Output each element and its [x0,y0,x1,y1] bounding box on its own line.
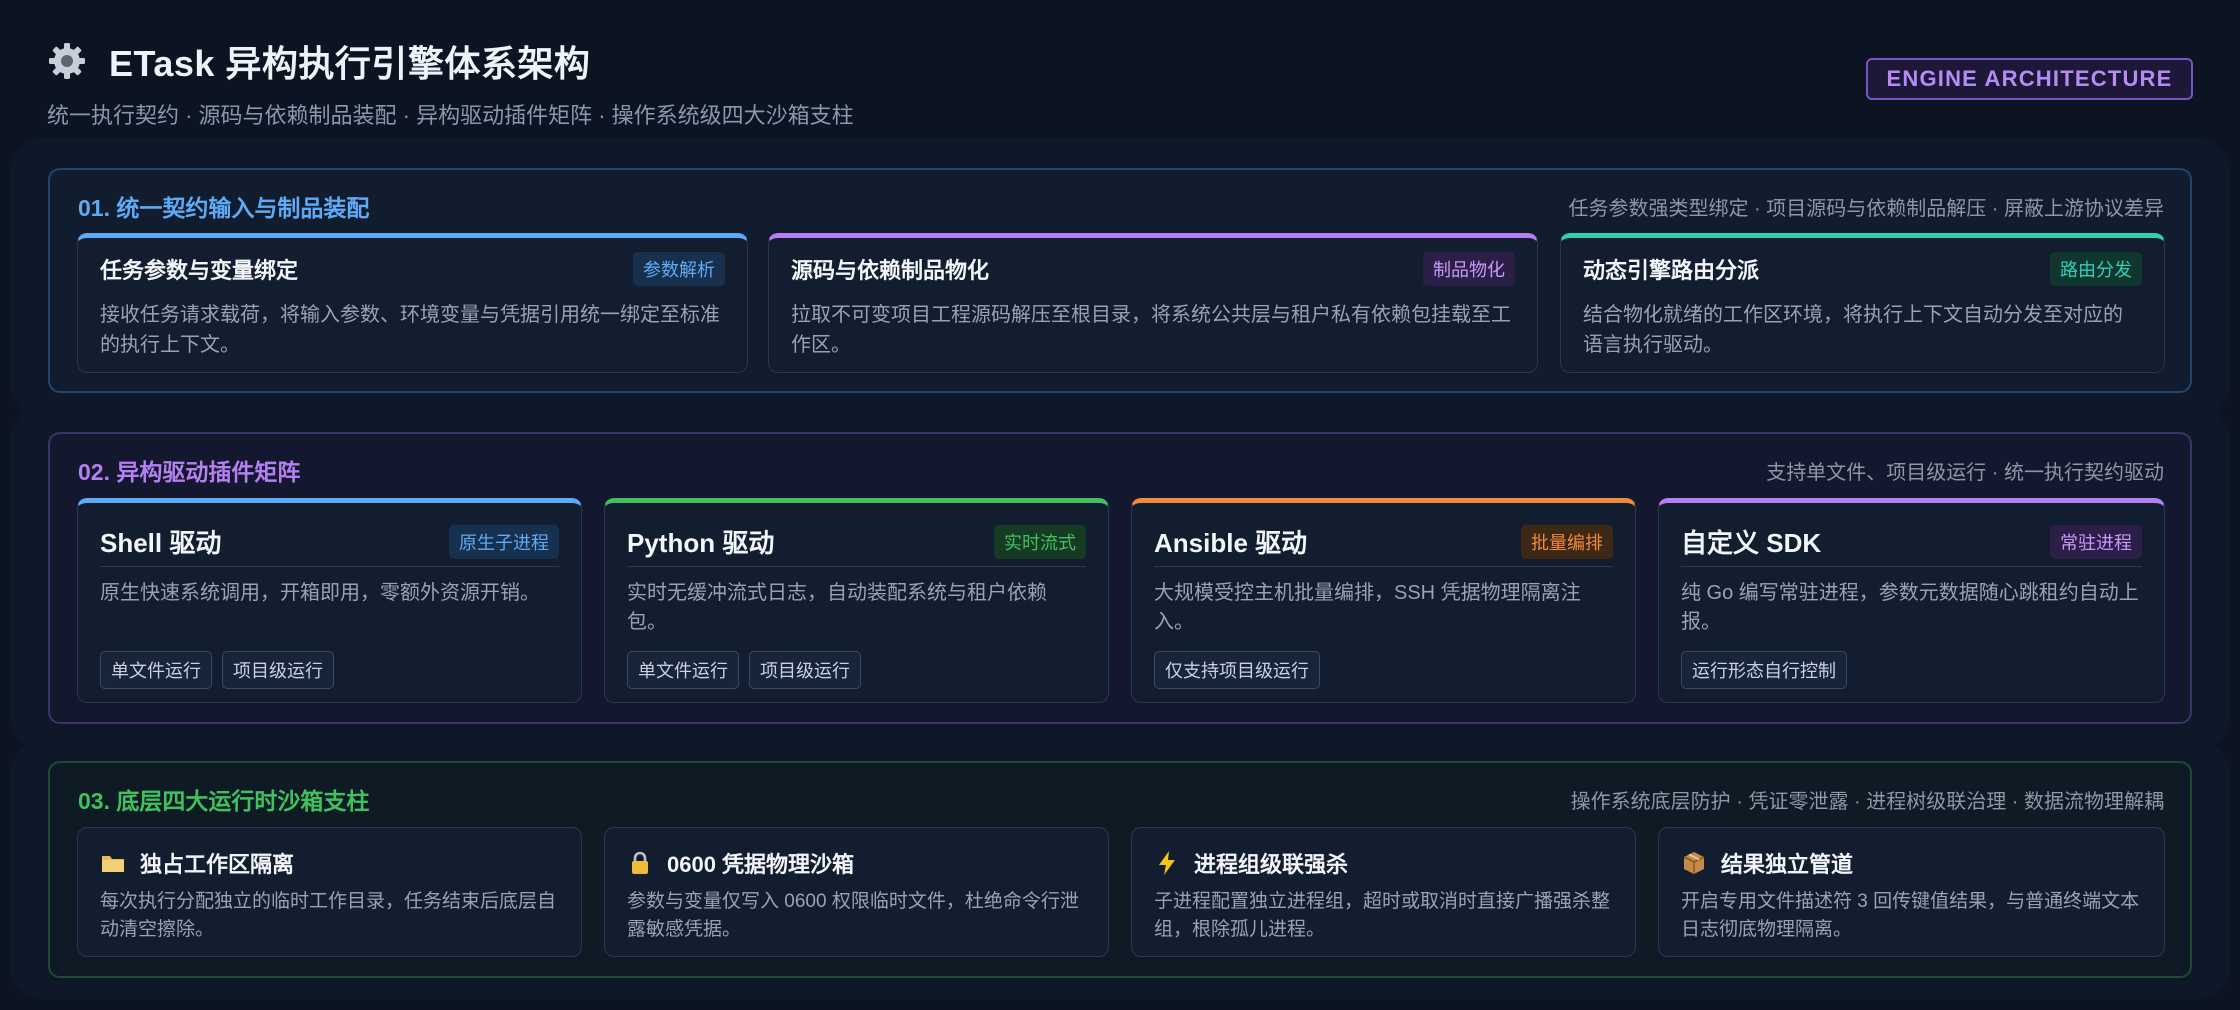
card-desc: 每次执行分配独立的临时工作目录，任务结束后底层自动清空擦除。 [100,891,557,940]
section-driver-matrix: 02. 异构驱动插件矩阵 支持单文件、项目级运行 · 统一执行契约驱动 Shel… [48,432,2192,724]
card-title: Ansible 驱动 [1154,528,1308,558]
card-tag: 参数解析 [633,252,725,286]
chip-project-level: 项目级运行 [222,651,334,689]
card-desc: 原生快速系统调用，开箱即用，零额外资源开销。 [100,582,540,604]
lock-icon [627,850,653,876]
card-tag: 原生子进程 [449,524,559,559]
card-tag: 路由分发 [2050,252,2142,286]
card-title: 进程组级联强杀 [1194,852,1349,877]
card-title: 结果独立管道 [1721,852,1854,877]
card-desc: 实时无缓冲流式日志，自动装配系统与租户依赖包。 [627,582,1047,633]
card-title: 0600 凭据物理沙箱 [667,852,855,877]
card-desc: 开启专用文件描述符 3 回传键值结果，与普通终端文本日志彻底物理隔离。 [1681,891,2140,940]
card-python-driver: Python 驱动 实时流式 实时无缓冲流式日志，自动装配系统与租户依赖包。 单… [604,498,1109,703]
section-title: 02. 异构驱动插件矩阵 [78,459,301,485]
card-title: Python 驱动 [627,528,775,558]
section-note: 支持单文件、项目级运行 · 统一执行契约驱动 [1766,461,2164,484]
page-subtitle: 统一执行契约 · 源码与依赖制品装配 · 异构驱动插件矩阵 · 操作系统级四大沙… [47,103,854,128]
card-desc: 大规模受控主机批量编排，SSH 凭据物理隔离注入。 [1154,582,1581,633]
card-title: 独占工作区隔离 [140,852,295,877]
card-shell-driver: Shell 驱动 原生子进程 原生快速系统调用，开箱即用，零额外资源开销。 单文… [77,498,582,703]
card-tag: 常驻进程 [2050,524,2142,559]
section-title: 01. 统一契约输入与制品装配 [78,195,370,221]
card-title: 自定义 SDK [1681,528,1822,558]
card-desc: 结合物化就绪的工作区环境，将执行上下文自动分发至对应的语言执行驱动。 [1583,304,2123,356]
section-sandbox-pillars: 03. 底层四大运行时沙箱支柱 操作系统底层防护 · 凭证零泄露 · 进程树级联… [48,761,2192,978]
card-tag: 批量编排 [1521,524,1613,559]
card-artifact-materialize: 源码与依赖制品物化 制品物化 拉取不可变项目工程源码解压至根目录，将系统公共层与… [768,233,1538,373]
page-header: ETask 异构执行引擎体系架构 统一执行契约 · 源码与依赖制品装配 · 异构… [47,38,2193,148]
chip-single-file: 单文件运行 [627,651,739,689]
package-icon [1681,850,1707,876]
card-process-group-kill: 进程组级联强杀 子进程配置独立进程组，超时或取消时直接广播强杀整组，根除孤儿进程… [1131,827,1636,957]
card-ansible-driver: Ansible 驱动 批量编排 大规模受控主机批量编排，SSH 凭据物理隔离注入… [1131,498,1636,703]
card-title: 动态引擎路由分派 [1583,258,1760,283]
section-contract-input: 01. 统一契约输入与制品装配 任务参数强类型绑定 · 项目源码与依赖制品解压 … [48,168,2192,393]
section-note: 任务参数强类型绑定 · 项目源码与依赖制品解压 · 屏蔽上游协议差异 [1568,197,2164,220]
section-note: 操作系统底层防护 · 凭证零泄露 · 进程树级联治理 · 数据流物理解耦 [1570,790,2164,813]
lightning-icon [1154,850,1180,876]
gear-icon [49,43,85,79]
card-credential-sandbox: 0600 凭据物理沙箱 参数与变量仅写入 0600 权限临时文件，杜绝命令行泄露… [604,827,1109,957]
chip-self-controlled: 运行形态自行控制 [1681,651,1847,689]
section-title: 03. 底层四大运行时沙箱支柱 [78,788,370,814]
card-desc: 接收任务请求载荷，将输入参数、环境变量与凭据引用统一绑定至标准的执行上下文。 [100,304,720,356]
chip-project-level: 项目级运行 [749,651,861,689]
card-title: 任务参数与变量绑定 [100,258,299,283]
card-desc: 子进程配置独立进程组，超时或取消时直接广播强杀整组，根除孤儿进程。 [1154,891,1611,940]
card-param-binding: 任务参数与变量绑定 参数解析 接收任务请求载荷，将输入参数、环境变量与凭据引用统… [77,233,748,373]
card-desc: 纯 Go 编写常驻进程，参数元数据随心跳租约自动上报。 [1681,582,2139,633]
card-desc: 参数与变量仅写入 0600 权限临时文件，杜绝命令行泄露敏感凭据。 [627,891,1079,940]
card-desc: 拉取不可变项目工程源码解压至根目录，将系统公共层与租户私有依赖包挂载至工作区。 [791,304,1511,356]
chip-project-only: 仅支持项目级运行 [1154,651,1320,689]
card-tag: 制品物化 [1423,252,1515,286]
architecture-badge: ENGINE ARCHITECTURE [1866,58,2193,100]
card-title: Shell 驱动 [100,528,222,558]
card-custom-sdk: 自定义 SDK 常驻进程 纯 Go 编写常驻进程，参数元数据随心跳租约自动上报。… [1658,498,2165,703]
chip-single-file: 单文件运行 [100,651,212,689]
page-title: ETask 异构执行引擎体系架构 [109,43,591,84]
card-tag: 实时流式 [994,524,1086,559]
card-title: 源码与依赖制品物化 [791,258,990,283]
card-workspace-isolation: 独占工作区隔离 每次执行分配独立的临时工作目录，任务结束后底层自动清空擦除。 [77,827,582,957]
card-result-pipe: 结果独立管道 开启专用文件描述符 3 回传键值结果，与普通终端文本日志彻底物理隔… [1658,827,2165,957]
folder-icon [100,850,126,876]
card-engine-routing: 动态引擎路由分派 路由分发 结合物化就绪的工作区环境，将执行上下文自动分发至对应… [1560,233,2165,373]
